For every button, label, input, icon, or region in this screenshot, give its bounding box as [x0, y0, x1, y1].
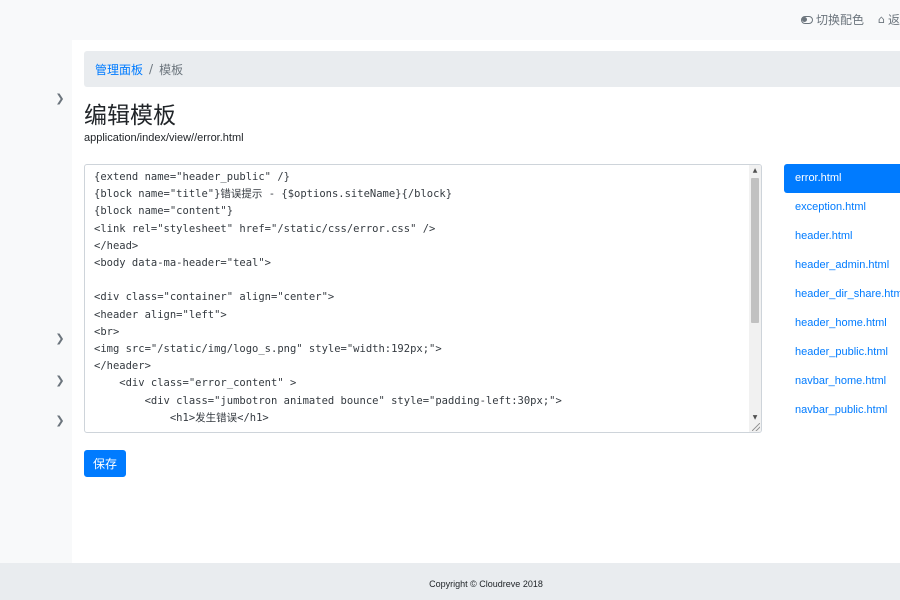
page-title: 编辑模板	[84, 103, 176, 129]
home-link[interactable]: ⌂ 返	[878, 11, 900, 28]
sidebar: ❯ ❯ ❯ ❯	[0, 40, 72, 563]
file-list-item[interactable]: header_home.html	[784, 309, 900, 338]
save-button[interactable]: 保存	[84, 450, 126, 477]
file-list-item[interactable]: error.html	[784, 164, 900, 193]
editor-scrollbar[interactable]: ▲ ▼	[749, 165, 761, 432]
breadcrumb-current: 模板	[159, 62, 184, 77]
template-editor[interactable]: {extend name="header_public" /} {block n…	[84, 164, 762, 433]
template-file-list: error.html exception.html header.html heade…	[784, 164, 900, 425]
file-list-item[interactable]: exception.html	[784, 193, 900, 222]
top-navbar: 切换配色 ⌂ 返	[0, 0, 900, 40]
footer-copyright: Copyright © Cloudreve 2018	[72, 563, 900, 600]
chevron-right-icon[interactable]: ❯	[55, 414, 65, 427]
file-list-item[interactable]: header_admin.html	[784, 251, 900, 280]
home-link-label: 返	[887, 13, 900, 27]
home-icon: ⌂	[878, 13, 885, 26]
footer: Copyright © Cloudreve 2018	[0, 563, 900, 600]
breadcrumb-separator: /	[149, 62, 154, 76]
main-panel: 管理面板 / 模板 编辑模板 application/index/view//e…	[72, 40, 900, 563]
scroll-up-icon[interactable]: ▲	[749, 165, 761, 177]
toggle-icon	[800, 15, 813, 24]
breadcrumb: 管理面板 / 模板	[84, 51, 900, 87]
topbar-actions: 切换配色 ⌂ 返	[800, 11, 900, 28]
scrollbar-thumb[interactable]	[751, 178, 759, 323]
file-list-item[interactable]: header_dir_share.html	[784, 280, 900, 309]
breadcrumb-link-admin[interactable]: 管理面板	[95, 61, 143, 78]
template-code-textarea[interactable]: {extend name="header_public" /} {block n…	[94, 169, 744, 427]
resize-grip-icon[interactable]	[752, 423, 760, 431]
file-list-item[interactable]: navbar_public.html	[784, 396, 900, 425]
file-list-item[interactable]: header_public.html	[784, 338, 900, 367]
chevron-right-icon[interactable]: ❯	[55, 92, 65, 105]
theme-toggle-button[interactable]: 切换配色	[800, 11, 864, 28]
file-list-item[interactable]: header.html	[784, 222, 900, 251]
theme-toggle-label: 切换配色	[815, 13, 864, 27]
chevron-right-icon[interactable]: ❯	[55, 374, 65, 387]
template-path: application/index/view//error.html	[84, 132, 244, 144]
file-list-item[interactable]: navbar_home.html	[784, 367, 900, 396]
chevron-right-icon[interactable]: ❯	[55, 332, 65, 345]
